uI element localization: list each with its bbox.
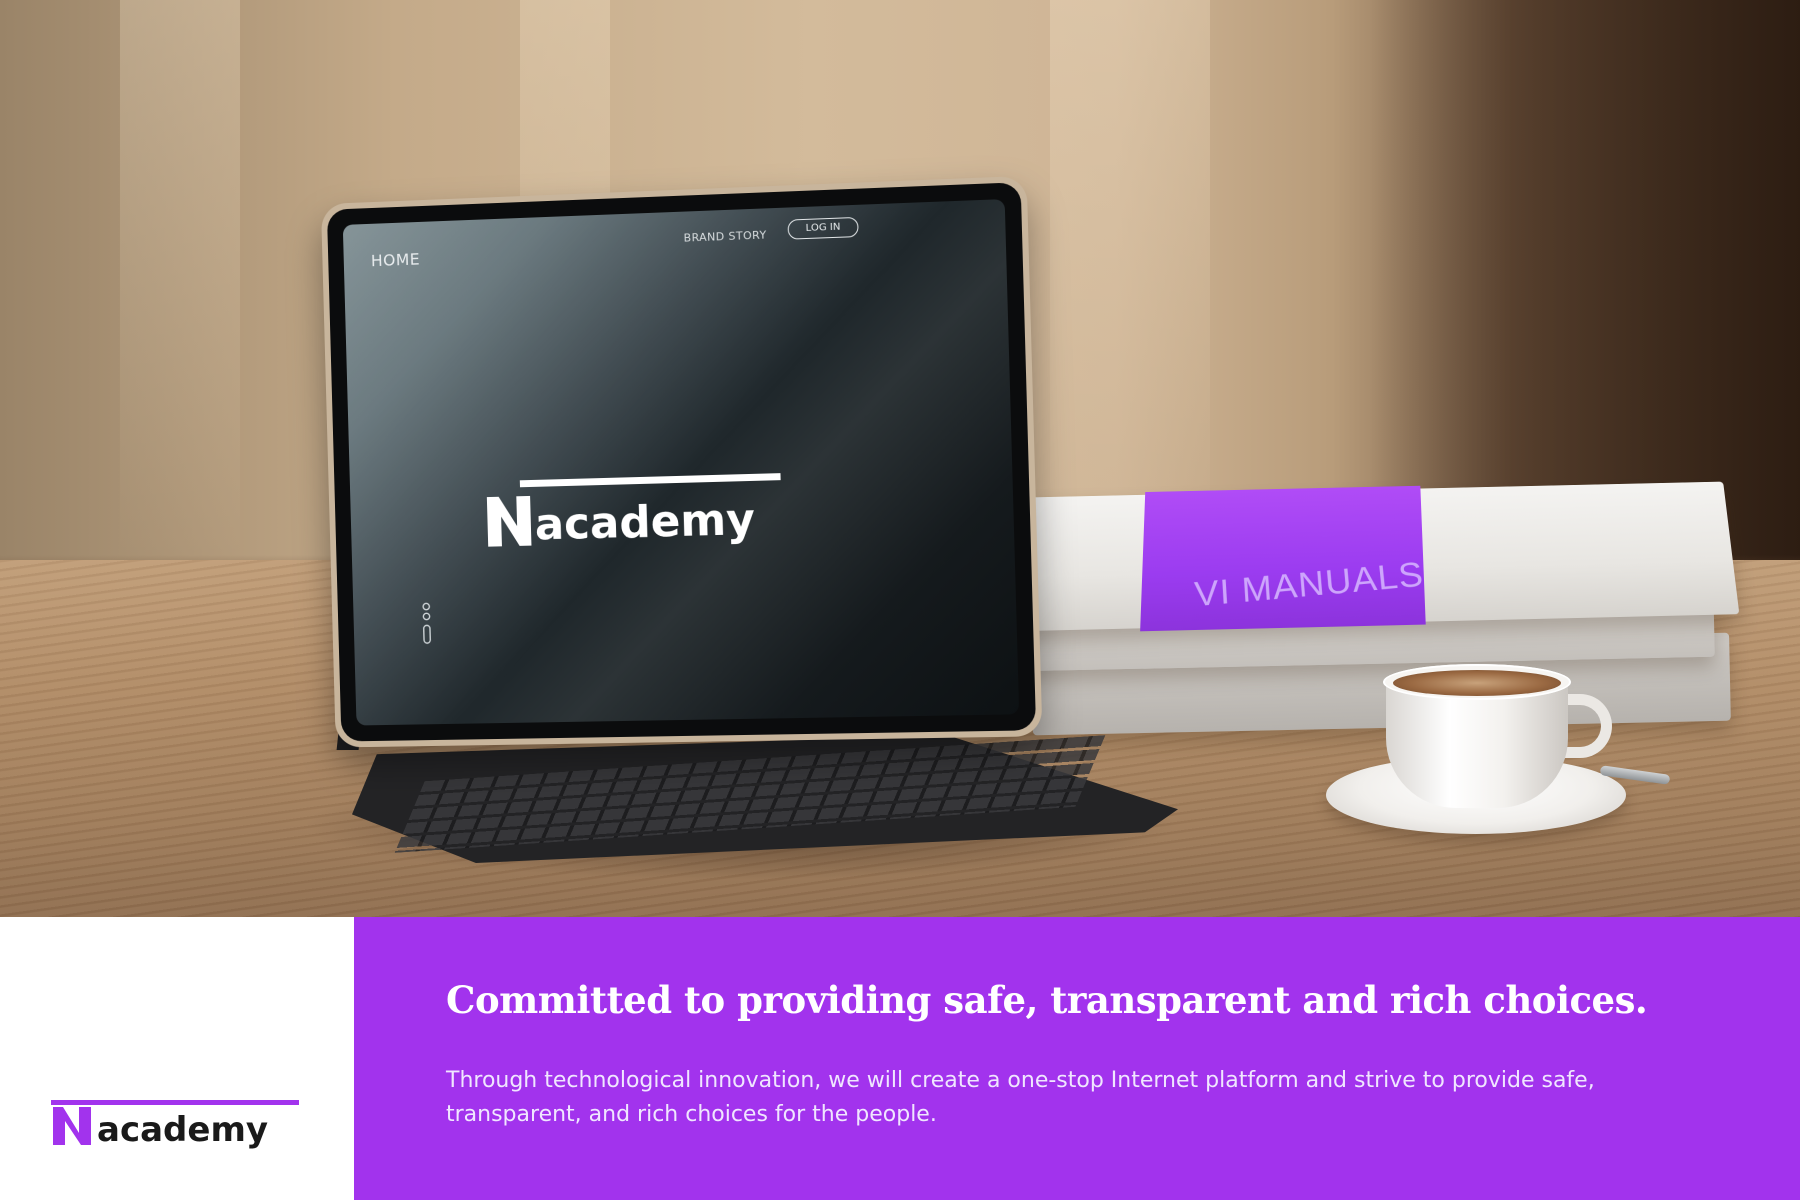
tablet-screen: HOME BRAND STORY LOG IN academy xyxy=(342,199,1020,726)
screen-nav-home[interactable]: HOME xyxy=(371,250,421,271)
footer-logo-monogram xyxy=(53,1107,91,1145)
tablet-bezel: HOME BRAND STORY LOG IN academy xyxy=(326,182,1037,742)
wall-light-streak xyxy=(1050,0,1210,560)
logo-monogram-shape xyxy=(486,495,532,547)
scroll-dots-icon xyxy=(419,601,434,649)
book-top: VI MANUALS xyxy=(1009,481,1740,632)
footer-logo-panel xyxy=(0,917,354,1200)
logo-wordmark: academy xyxy=(534,495,756,551)
screen-brand-logo: academy xyxy=(486,473,781,551)
screen-glare xyxy=(342,199,963,726)
footer-body-text: Through technological innovation, we wil… xyxy=(446,1068,1595,1127)
coffee-surface xyxy=(1393,670,1561,696)
footer-logo-wordmark: academy xyxy=(97,1110,268,1150)
wall-light-streak xyxy=(120,0,240,560)
hero-photo: VI MANUALS HOME BRAND STORY LOG IN acade… xyxy=(0,0,1800,917)
tablet-device: HOME BRAND STORY LOG IN academy xyxy=(320,175,1043,748)
footer-logo-bar xyxy=(51,1100,299,1105)
footer-brand-logo: academy xyxy=(51,1100,299,1150)
screen-login-button[interactable]: LOG IN xyxy=(787,216,859,240)
footer-headline: Committed to providing safe, transparent… xyxy=(446,978,1648,1022)
logo-bar xyxy=(519,473,781,488)
footer-purple-panel xyxy=(354,917,1800,1200)
